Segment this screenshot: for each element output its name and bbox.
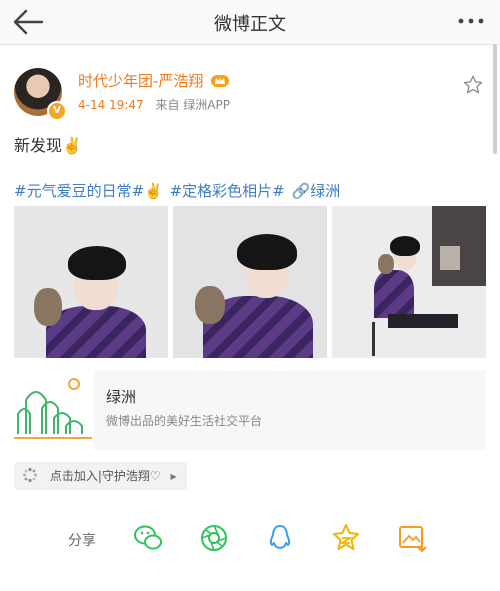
card-subtitle: 微博出品的美好生活社交平台 xyxy=(106,414,263,428)
post-time: 4-14 19:47 xyxy=(78,98,144,112)
chip-label: 点击加入|守护浩翔♡ xyxy=(49,469,161,483)
share-label: 分享 xyxy=(68,533,96,549)
page-title: 微博正文 xyxy=(214,14,286,35)
post-text: 新发现✌️ xyxy=(14,136,82,155)
verified-badge-icon: V xyxy=(47,101,67,121)
loading-dots-icon xyxy=(23,467,37,483)
more-dots-icon[interactable] xyxy=(456,10,486,32)
wechat-icon[interactable] xyxy=(132,522,164,554)
member-crown-icon xyxy=(211,75,230,87)
hashtag-link[interactable]: #定格彩色相片# xyxy=(170,182,285,200)
scrollbar[interactable] xyxy=(493,44,497,154)
oasis-logo-icon xyxy=(14,370,94,450)
hashtag-link[interactable]: #元气爱豆的日常#✌️ xyxy=(14,182,163,200)
username-text: 时代少年团-严浩翔 xyxy=(78,72,204,90)
top-bar: 微博正文 xyxy=(0,0,500,45)
username-link[interactable]: 时代少年团-严浩翔 xyxy=(78,70,230,91)
photo-2[interactable] xyxy=(173,206,327,358)
oasis-card[interactable]: 绿洲 微博出品的美好生活社交平台 xyxy=(14,370,486,450)
card-title: 绿洲 xyxy=(106,388,137,406)
post-meta: 4-14 19:47 来自 绿洲APP xyxy=(78,96,230,113)
qzone-icon[interactable] xyxy=(330,522,362,554)
oasis-link[interactable]: 🔗绿洲 xyxy=(292,182,341,200)
favorite-star-icon[interactable] xyxy=(462,74,484,96)
moments-icon[interactable] xyxy=(198,522,230,554)
photo-1[interactable] xyxy=(14,206,168,358)
qq-icon[interactable] xyxy=(264,522,296,554)
hashtag-row: #元气爱豆的日常#✌️ #定格彩色相片# 🔗绿洲 xyxy=(14,180,342,201)
save-image-icon[interactable] xyxy=(396,522,428,554)
share-row: 分享 xyxy=(0,520,500,560)
join-supergroup-chip[interactable]: 点击加入|守护浩翔♡ ▶ xyxy=(14,462,187,490)
chevron-right-icon: ▶ xyxy=(170,472,177,481)
post-source[interactable]: 来自 绿洲APP xyxy=(155,98,230,112)
photo-3[interactable] xyxy=(332,206,486,358)
photo-grid xyxy=(14,206,486,358)
